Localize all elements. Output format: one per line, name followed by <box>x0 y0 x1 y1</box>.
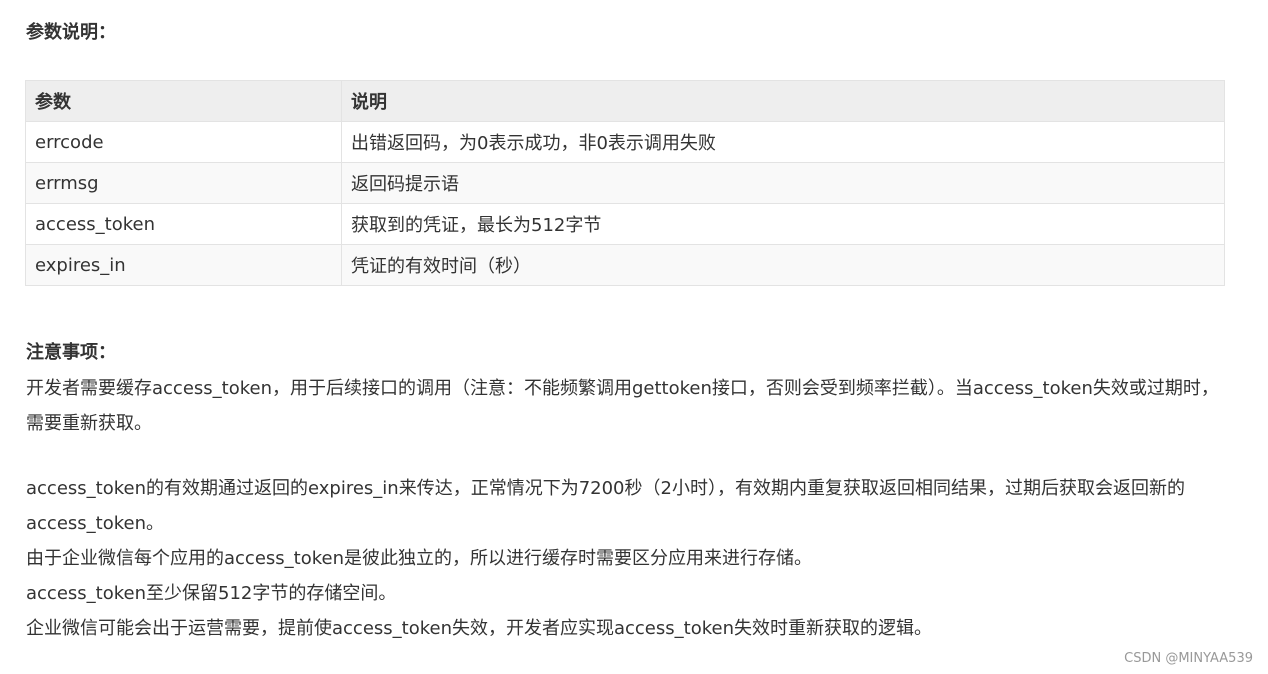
param-description-cell: 获取到的凭证，最长为512字节 <box>341 203 1225 245</box>
param-name-cell: access_token <box>25 203 342 245</box>
param-description-cell: 凭证的有效时间（秒） <box>341 244 1225 286</box>
params-table: 参数 说明 errcode 出错返回码，为0表示成功，非0表示调用失败 errm… <box>25 80 1225 286</box>
param-description-cell: 返回码提示语 <box>341 162 1225 204</box>
param-name-cell: expires_in <box>25 244 342 286</box>
notes-paragraph-invalidation: 企业微信可能会出于运营需要，提前使access_token失效，开发者应实现ac… <box>26 618 932 639</box>
notes-heading: 注意事项： <box>26 342 116 363</box>
column-header-param: 参数 <box>25 80 342 122</box>
table-row: errmsg 返回码提示语 <box>25 162 1225 204</box>
table-row: expires_in 凭证的有效时间（秒） <box>25 244 1225 286</box>
notes-paragraph-storage: access_token至少保留512字节的存储空间。 <box>26 583 397 604</box>
param-name-cell: errmsg <box>25 162 342 204</box>
notes-paragraph-cache: 开发者需要缓存access_token，用于后续接口的调用（注意：不能频繁调用g… <box>26 378 1219 434</box>
params-heading: 参数说明： <box>26 22 116 43</box>
column-header-description: 说明 <box>341 80 1225 122</box>
param-name-cell: errcode <box>25 121 342 163</box>
param-description-cell: 出错返回码，为0表示成功，非0表示调用失败 <box>341 121 1225 163</box>
table-row: access_token 获取到的凭证，最长为512字节 <box>25 203 1225 245</box>
table-header-row: 参数 说明 <box>25 80 1225 122</box>
table-row: errcode 出错返回码，为0表示成功，非0表示调用失败 <box>25 121 1225 163</box>
watermark: CSDN @MINYAA539 <box>1124 651 1253 666</box>
notes-paragraph-per-app: 由于企业微信每个应用的access_token是彼此独立的，所以进行缓存时需要区… <box>26 548 812 569</box>
notes-paragraph-expiry: access_token的有效期通过返回的expires_in来传达，正常情况下… <box>26 478 1185 534</box>
